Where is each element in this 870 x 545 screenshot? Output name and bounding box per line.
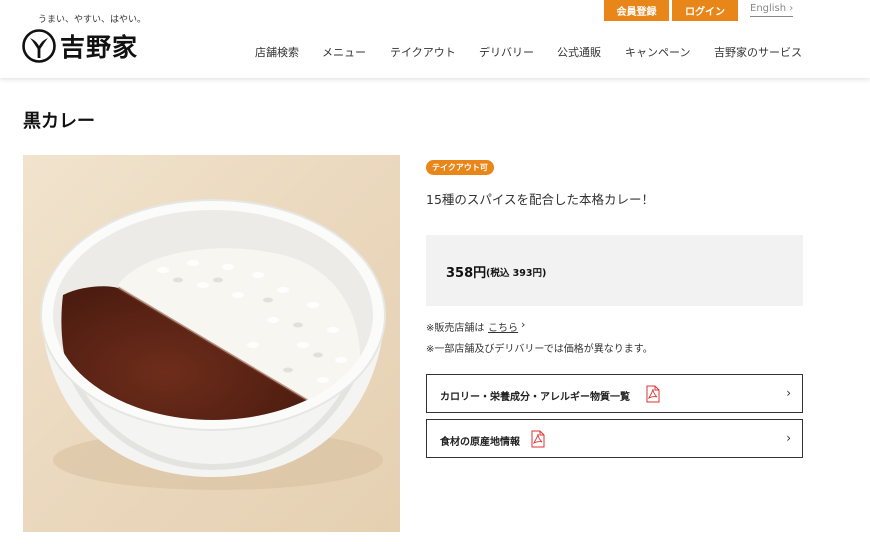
curry-bowl-illustration (40, 199, 386, 490)
link-label: 食材の原産地情報 (440, 437, 520, 448)
nutrition-allergy-pdf-link[interactable]: カロリー・栄養成分・アレルギー物質一覧 › (426, 374, 803, 413)
price: 358円 (446, 266, 487, 281)
main-nav: 店舗検索 メニュー テイクアウト デリバリー 公式通販 キャンペーン 吉野家のサ… (0, 44, 870, 60)
takeout-badge: テイクアウト可 (426, 160, 494, 175)
nav-online-shop[interactable]: 公式通販 (557, 44, 601, 60)
page-title: 黒カレー (23, 111, 95, 132)
store-note: ※販売店舗は (426, 323, 485, 334)
delivery-note: ※一部店舗及びデリバリーでは価格が異なります。 (426, 344, 653, 355)
nav-takeout[interactable]: テイクアウト (390, 44, 456, 60)
price-tax: (税込 393円) (486, 268, 547, 279)
ingredient-origin-pdf-link[interactable]: 食材の原産地情報 › (426, 419, 803, 458)
pdf-icon (646, 385, 660, 403)
english-link[interactable]: English › (750, 3, 794, 17)
nav-store-search[interactable]: 店舗検索 (255, 44, 299, 60)
price-box: 358円 (税込 393円) (426, 235, 803, 306)
pdf-icon (531, 430, 545, 448)
store-list-link[interactable]: こちら (488, 319, 518, 334)
nav-services[interactable]: 吉野家のサービス (714, 44, 802, 60)
link-label: カロリー・栄養成分・アレルギー物質一覧 (440, 392, 630, 403)
product-description: 15種のスパイスを配合した本格カレー！ (426, 192, 655, 207)
product-image (23, 155, 400, 532)
chevron-right-icon[interactable]: › (521, 318, 525, 331)
logo-tagline: うまい、やすい、はやい。 (38, 15, 147, 25)
nav-delivery[interactable]: デリバリー (479, 44, 534, 60)
chevron-right-icon: › (786, 386, 791, 400)
login-button[interactable]: ログイン (672, 0, 738, 21)
nav-campaign[interactable]: キャンペーン (625, 44, 690, 60)
nav-menu[interactable]: メニュー (322, 44, 366, 60)
register-button[interactable]: 会員登録 (604, 0, 669, 21)
chevron-right-icon: › (786, 431, 791, 445)
site-header: うまい、やすい、はやい。 吉野家 会員登録 ログイン English › 店舗検… (0, 0, 870, 78)
